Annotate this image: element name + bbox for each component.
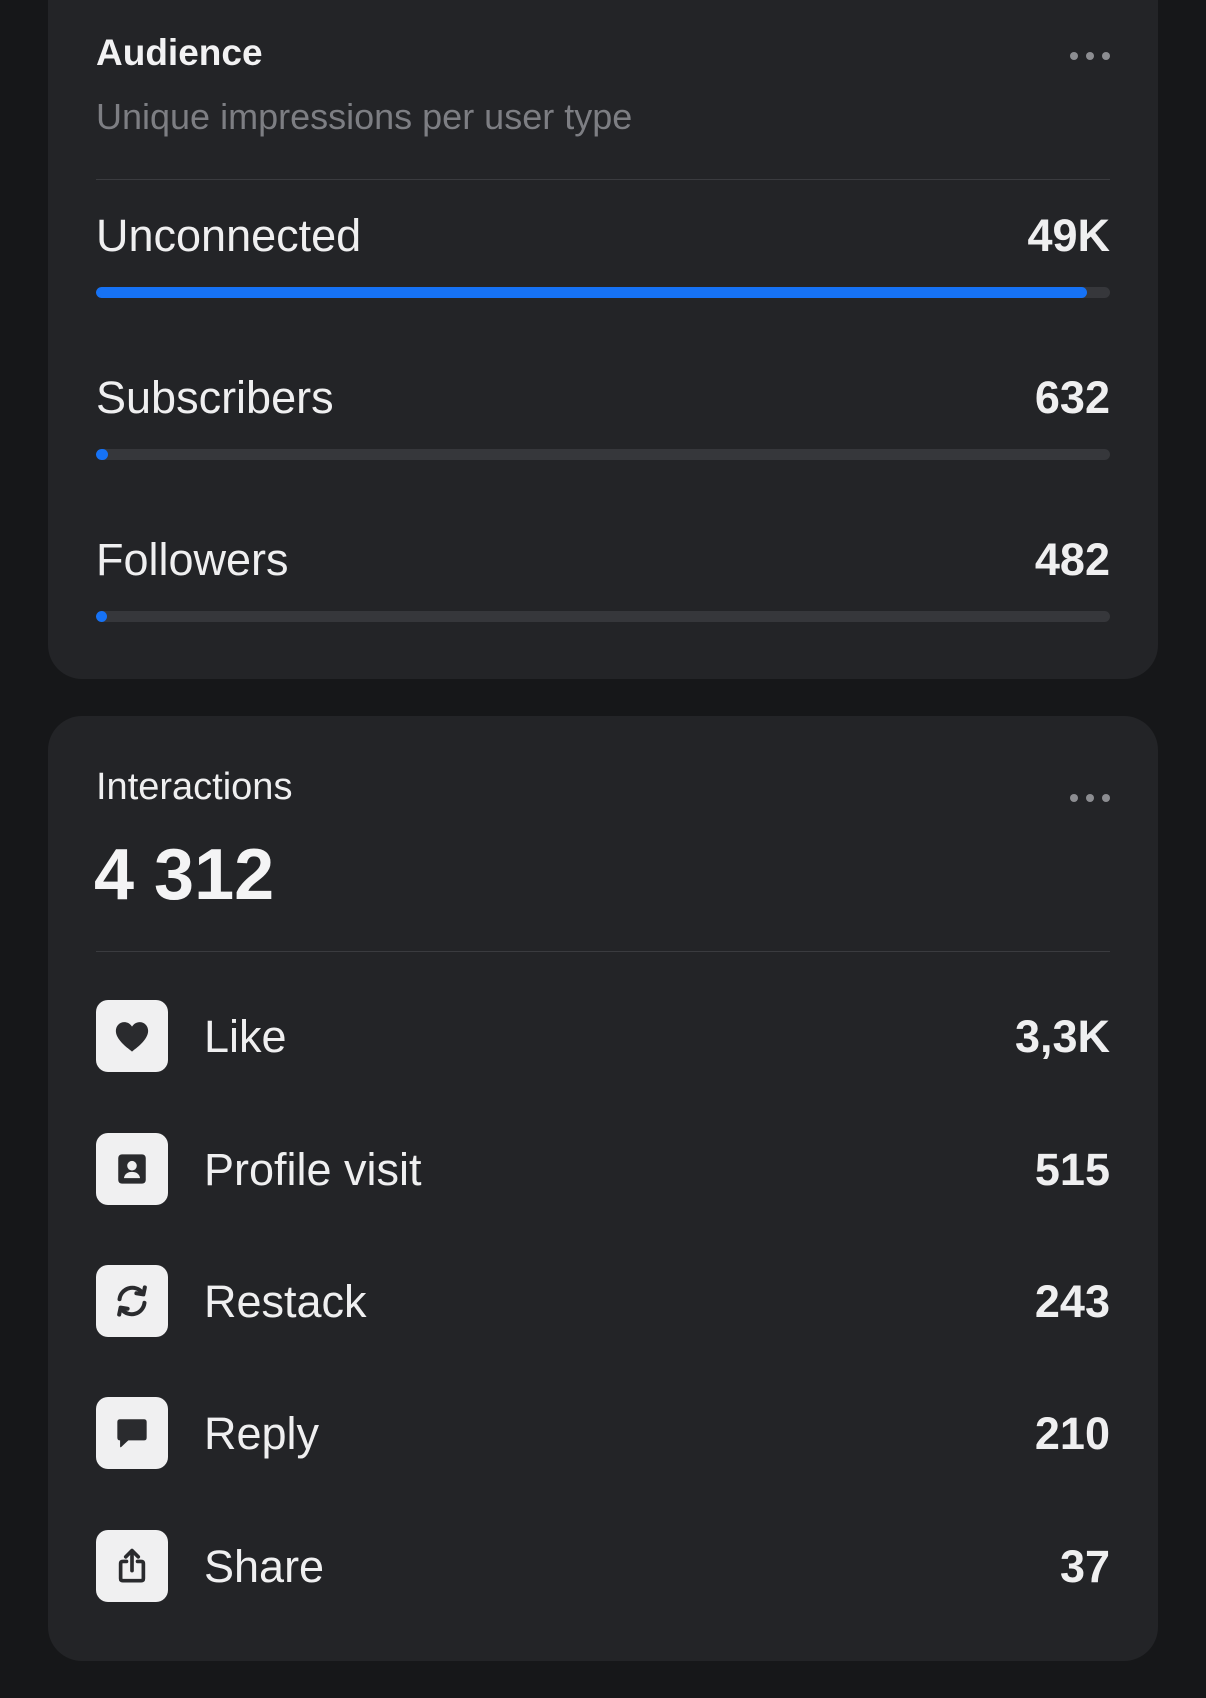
profile-icon xyxy=(96,1133,168,1205)
audience-title: Audience xyxy=(96,32,263,73)
more-dot-icon xyxy=(1070,794,1078,802)
audience-row-value: 49K xyxy=(1027,210,1110,261)
audience-row-followers: Followers 482 xyxy=(96,533,1110,643)
audience-row-label: Subscribers xyxy=(96,372,334,423)
divider xyxy=(96,179,1110,180)
interaction-value: 515 xyxy=(1034,1144,1110,1195)
audience-progress-track xyxy=(96,449,1110,460)
interactions-card: Interactions 4 312 Like 3,3K Profile vis… xyxy=(48,716,1158,1661)
interaction-label: Profile visit xyxy=(204,1144,422,1195)
interaction-value: 3,3K xyxy=(1014,1011,1110,1062)
heart-icon xyxy=(96,1000,168,1072)
audience-row-label: Unconnected xyxy=(96,210,362,261)
interaction-row-share: Share 37 xyxy=(96,1530,1110,1602)
interaction-value: 243 xyxy=(1034,1276,1110,1327)
more-dot-icon xyxy=(1070,52,1078,60)
more-dot-icon xyxy=(1102,794,1110,802)
interactions-more-button[interactable] xyxy=(1070,788,1110,808)
interaction-row-like: Like 3,3K xyxy=(96,1000,1110,1072)
audience-progress-fill xyxy=(96,449,109,460)
audience-row-unconnected: Unconnected 49K xyxy=(96,209,1110,319)
interactions-title: Interactions xyxy=(96,766,293,808)
more-dot-icon xyxy=(1086,794,1094,802)
interaction-label: Reply xyxy=(204,1408,320,1459)
audience-card: Audience Unique impressions per user typ… xyxy=(48,0,1158,679)
interaction-label: Share xyxy=(204,1541,325,1592)
interaction-value: 37 xyxy=(1059,1541,1110,1592)
interaction-row-reply: Reply 210 xyxy=(96,1397,1110,1469)
audience-progress-track xyxy=(96,287,1110,298)
more-dot-icon xyxy=(1102,52,1110,60)
interactions-total: 4 312 xyxy=(94,835,275,915)
interaction-label: Restack xyxy=(204,1276,367,1327)
audience-row-value: 632 xyxy=(1034,372,1110,423)
comment-icon xyxy=(96,1397,168,1469)
interaction-label: Like xyxy=(204,1011,287,1062)
audience-row-subscribers: Subscribers 632 xyxy=(96,371,1110,481)
restack-icon xyxy=(96,1265,168,1337)
interaction-row-profile-visit: Profile visit 515 xyxy=(96,1133,1110,1205)
more-dot-icon xyxy=(1086,52,1094,60)
audience-progress-track xyxy=(96,611,1110,622)
interaction-row-restack: Restack 243 xyxy=(96,1265,1110,1337)
audience-subtitle: Unique impressions per user type xyxy=(96,96,633,137)
audience-progress-fill xyxy=(96,287,1087,298)
share-icon xyxy=(96,1530,168,1602)
audience-row-value: 482 xyxy=(1034,534,1110,585)
divider xyxy=(96,951,1110,952)
interaction-value: 210 xyxy=(1034,1408,1110,1459)
audience-more-button[interactable] xyxy=(1070,46,1110,66)
audience-progress-fill xyxy=(96,611,107,622)
audience-row-label: Followers xyxy=(96,534,289,585)
